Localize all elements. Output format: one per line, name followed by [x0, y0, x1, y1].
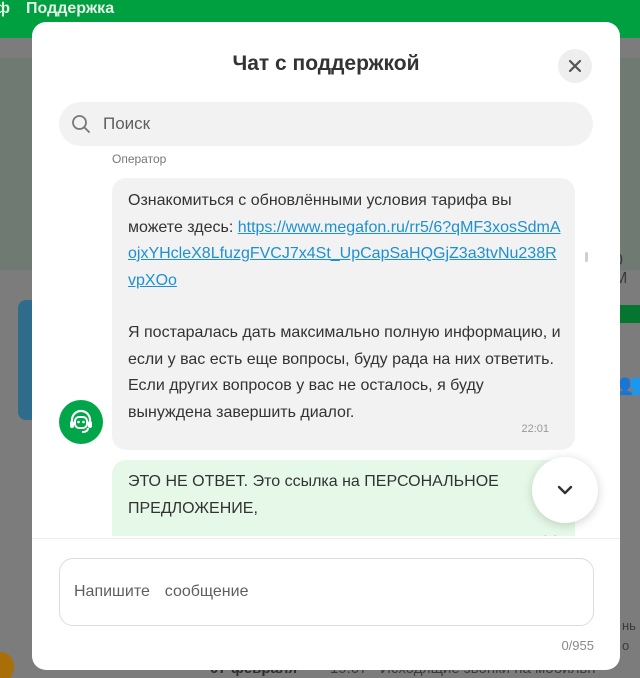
message-sender: Оператор — [112, 152, 167, 166]
people-icon: 👥 — [618, 374, 640, 396]
scroll-down-button[interactable] — [532, 457, 598, 523]
operator-message: Ознакомиться с обновлёнными условия тари… — [112, 178, 575, 450]
background-right-fragment-2: о — [622, 638, 630, 653]
modal-title: Чат с поддержкой — [232, 52, 420, 75]
divider — [32, 538, 620, 539]
search-box — [59, 102, 593, 146]
scrollbar-thumb[interactable] — [585, 252, 588, 262]
message-input[interactable] — [74, 559, 574, 625]
compose-box — [59, 558, 594, 626]
message-text: ЭТО НЕ ОТВЕТ. Это ссылка на ПЕРСОНАЛЬНОЕ… — [128, 473, 499, 517]
background-right-fragment-1: нь — [622, 618, 636, 633]
nav-item-support: Поддержка — [26, 0, 115, 17]
search-icon — [72, 115, 90, 133]
support-agent-icon — [70, 409, 92, 433]
user-message: ЭТО НЕ ОТВЕТ. Это ссылка на ПЕРСОНАЛЬНОЕ… — [112, 460, 575, 536]
close-icon — [568, 59, 582, 73]
search-input[interactable] — [103, 102, 573, 146]
nav-item-partial: ф — [0, 0, 10, 17]
message-time: 22:01 — [521, 422, 549, 435]
char-counter: 0/955 — [561, 638, 594, 653]
operator-avatar — [59, 400, 103, 444]
chevron-down-icon — [557, 485, 573, 495]
support-chat-modal: Чат с поддержкой Оператор Ознакомиться с… — [32, 22, 620, 670]
close-button[interactable] — [558, 49, 592, 83]
message-text: Я постаралась дать максимально полную ин… — [128, 324, 561, 421]
message-time: 22:01 — [504, 528, 532, 536]
read-checkmarks-icon: ✓✓ — [538, 526, 558, 536]
message-list[interactable]: Оператор Ознакомиться с обновлёнными усл… — [32, 152, 620, 536]
